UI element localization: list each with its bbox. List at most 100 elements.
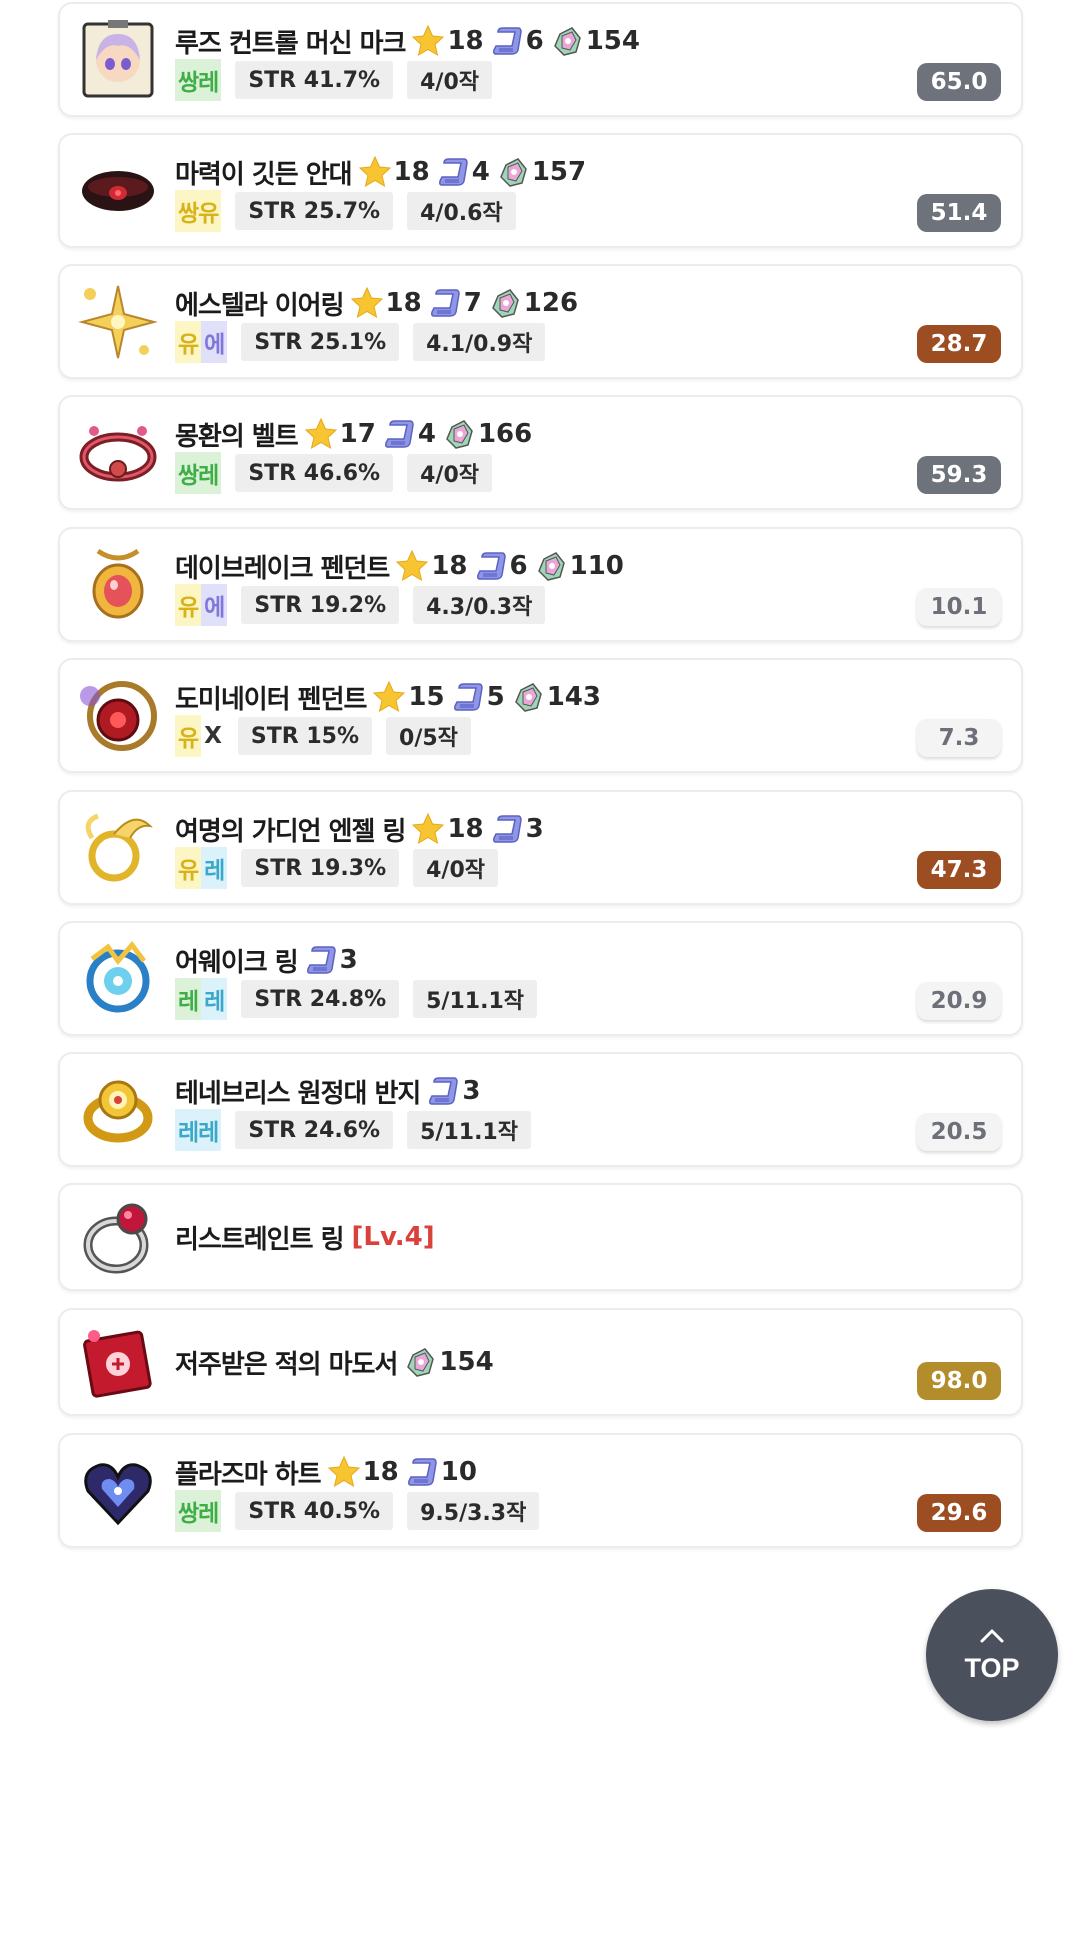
potential-grade: 쌍유 — [175, 190, 222, 232]
scroll-icon — [436, 155, 472, 189]
awake-ring-icon — [78, 939, 158, 1019]
item-name: 루즈 컨트롤 머신 마크 — [175, 28, 406, 59]
potential-grade-part: 유 — [175, 584, 202, 626]
stat-chip: STR 15% — [237, 717, 373, 755]
potential-grade: 쌍레 — [175, 452, 222, 494]
dominator-pendant-icon — [78, 676, 158, 756]
item-title-row: 에스텔라 이어링 18 7 126 — [175, 283, 578, 323]
item-title-row: 테네브리스 원정대 반지 3 — [175, 1071, 480, 1111]
star-icon — [411, 812, 447, 846]
scroll-count-group: 3 — [304, 943, 358, 977]
scroll-icon — [304, 943, 340, 977]
flame-value-group: 110 — [534, 549, 624, 583]
scroll-count: 3 — [462, 1076, 481, 1106]
score-badge: 51.4 — [917, 194, 1001, 232]
starforce-value-group: 18 — [395, 549, 468, 583]
stat-chip: STR 25.7% — [235, 192, 394, 230]
item-name: 리스트레인트 링 — [175, 1224, 344, 1255]
item-card[interactable]: 마력이 깃든 안대 18 4 157 쌍유 STR 25.7% 4/0.6작 51.4 — [58, 133, 1023, 248]
flame-value: 126 — [523, 288, 579, 318]
scroll-count: 7 — [463, 288, 482, 318]
guardian-angel-ring-icon — [78, 808, 158, 888]
item-level: [Lv.4] — [351, 1222, 435, 1252]
flame-icon — [403, 1345, 439, 1379]
scroll-count: 3 — [339, 945, 358, 975]
flame-value: 110 — [569, 551, 624, 581]
starforce-value: 17 — [339, 419, 376, 449]
item-name: 마력이 깃든 안대 — [175, 159, 353, 190]
item-tag-row: 유 레 STR 19.3% 4/0작 — [175, 847, 499, 889]
potential-grade-part: 쌍레 — [175, 1490, 222, 1532]
scroll-icon — [490, 24, 526, 58]
item-card[interactable]: 몽환의 벨트 17 4 166 쌍레 STR 46.6% 4/0작 59.3 — [58, 395, 1023, 510]
potential-grade: 레레 — [175, 1109, 222, 1151]
scroll-count-group: 4 — [382, 417, 436, 451]
scroll-icon — [451, 680, 487, 714]
item-tag-row: 레 레 STR 24.8% 5/11.1작 — [175, 978, 537, 1020]
item-title-row: 여명의 가디언 엔젤 링 18 3 — [175, 809, 544, 849]
upgrade-chip: 4/0작 — [407, 454, 492, 492]
scroll-icon — [474, 549, 510, 583]
flame-icon — [550, 24, 586, 58]
upgrade-chip: 5/11.1작 — [407, 1111, 531, 1149]
item-name: 저주받은 적의 마도서 — [175, 1349, 398, 1380]
flame-icon — [511, 680, 547, 714]
potential-grade-part: 쌍유 — [175, 190, 222, 232]
cursed-spellbook-icon — [78, 1322, 158, 1402]
starforce-value-group: 18 — [411, 812, 484, 846]
score-badge: 47.3 — [917, 851, 1001, 889]
stat-chip: STR 24.8% — [241, 980, 400, 1018]
item-name: 에스텔라 이어링 — [175, 290, 344, 321]
star-icon — [350, 286, 386, 320]
starforce-value: 18 — [385, 288, 422, 318]
item-card[interactable]: 테네브리스 원정대 반지 3 레레 STR 24.6% 5/11.1작 20.5 — [58, 1052, 1023, 1167]
star-icon — [358, 155, 394, 189]
item-title-row: 저주받은 적의 마도서 154 — [175, 1342, 494, 1382]
star-icon — [327, 1455, 363, 1489]
item-card[interactable]: 어웨이크 링 3 레 레 STR 24.8% 5/11.1작 20.9 — [58, 921, 1023, 1036]
star-icon — [395, 549, 431, 583]
flame-value-group: 143 — [511, 680, 601, 714]
item-card[interactable]: 루즈 컨트롤 머신 마크 18 6 154 쌍레 STR 41.7% 4/0작 65.0 — [58, 2, 1023, 117]
item-card[interactable]: 리스트레인트 링 [Lv.4] — [58, 1183, 1023, 1291]
item-tag-row: 레레 STR 24.6% 5/11.1작 — [175, 1109, 531, 1151]
item-title-row: 마력이 깃든 안대 18 4 157 — [175, 152, 586, 192]
item-card[interactable]: 저주받은 적의 마도서 154 98.0 — [58, 1308, 1023, 1416]
scroll-count: 4 — [471, 157, 490, 187]
potential-grade-part: 레 — [201, 978, 228, 1020]
flame-value: 166 — [477, 419, 533, 449]
score-badge: 10.1 — [917, 588, 1001, 626]
item-tag-row: 쌍레 STR 41.7% 4/0작 — [175, 59, 492, 101]
item-card[interactable]: 플라즈마 하트 18 10 쌍레 STR 40.5% 9.5/3.3작 29.6 — [58, 1433, 1023, 1548]
stat-chip: STR 24.6% — [235, 1111, 394, 1149]
item-card[interactable]: 데이브레이크 펜던트 18 6 110 유 에 STR 19.2% 4.3/0.3작 10.1 — [58, 527, 1023, 642]
potential-grade-part: 유 — [175, 321, 202, 363]
scroll-count-group: 4 — [436, 155, 490, 189]
item-card[interactable]: 에스텔라 이어링 18 7 126 유 에 STR 25.1% 4.1/0.9작 28.7 — [58, 264, 1023, 379]
scroll-count: 4 — [417, 419, 436, 449]
item-title-row: 루즈 컨트롤 머신 마크 18 6 154 — [175, 21, 640, 61]
starforce-value-group: 15 — [372, 680, 445, 714]
starforce-value: 18 — [447, 26, 484, 56]
stat-chip: STR 25.1% — [241, 323, 400, 361]
restraint-ring-icon — [78, 1197, 158, 1277]
potential-grade-part: 유 — [175, 847, 202, 889]
item-name: 몽환의 벨트 — [175, 421, 299, 452]
potential-grade-part: 쌍레 — [175, 59, 222, 101]
potential-grade-part: 쌍레 — [175, 452, 222, 494]
potential-grade-part: X — [204, 723, 222, 749]
starforce-value-group: 17 — [304, 417, 376, 451]
upgrade-chip: 5/11.1작 — [413, 980, 537, 1018]
chevron-up-icon — [980, 1629, 1004, 1642]
starforce-value-group: 18 — [327, 1455, 399, 1489]
scroll-count: 3 — [525, 814, 544, 844]
item-card[interactable]: 여명의 가디언 엔젤 링 18 3 유 레 STR 19.3% 4/0작 47.3 — [58, 790, 1023, 905]
plasma-heart-icon — [78, 1451, 158, 1531]
item-card[interactable]: 도미네이터 펜던트 15 5 143 유 X STR 15% 0/5작 7.3 — [58, 658, 1023, 773]
item-tag-row: 쌍레 STR 46.6% 4/0작 — [175, 452, 492, 494]
score-badge: 29.6 — [917, 1494, 1001, 1532]
score-badge: 20.9 — [917, 982, 1001, 1020]
stat-chip: STR 19.2% — [241, 586, 400, 624]
scroll-count-group: 5 — [451, 680, 505, 714]
scroll-top-button[interactable]: TOP — [926, 1589, 1058, 1721]
